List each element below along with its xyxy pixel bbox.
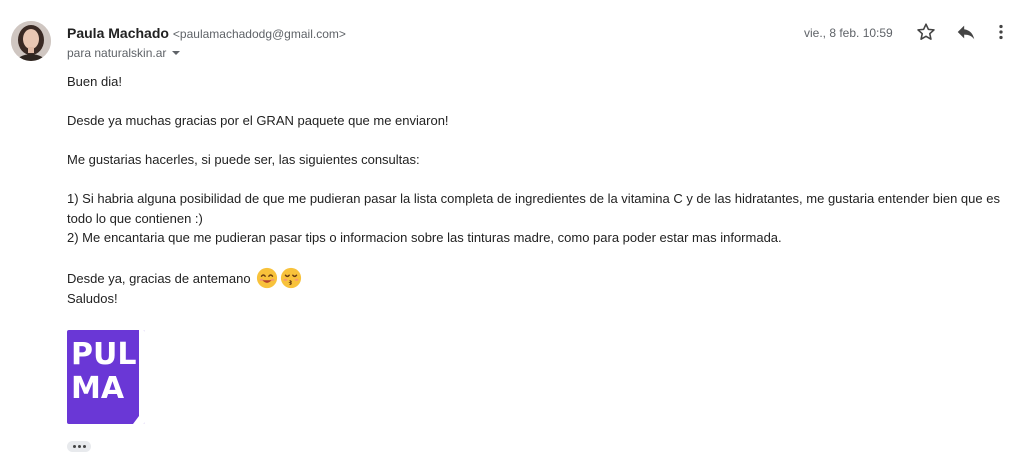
avatar[interactable]: [11, 21, 51, 61]
email-date: vie., 8 feb. 10:59: [804, 26, 893, 40]
sender-email: <paulamachadodg@gmail.com>: [172, 27, 346, 41]
thanks-line: Desde ya muchas gracias por el GRAN paqu…: [67, 113, 449, 128]
dot-icon: [72, 445, 76, 448]
recipient-details-caret-icon[interactable]: [172, 50, 181, 55]
closing-line: Desde ya, gracias de antemano: [67, 267, 1012, 289]
smiling-face-icon: [257, 267, 278, 289]
show-trimmed-content-button[interactable]: [67, 441, 91, 452]
dot-icon: [77, 445, 81, 448]
kissing-face-icon: [281, 267, 302, 289]
intro-line: Me gustarias hacerles, si puede ser, las…: [67, 152, 420, 167]
pulima-logo: PULI MA: [67, 330, 145, 424]
closing-text: Desde ya, gracias de antemano: [67, 271, 251, 286]
recipient-text: para naturalskin.ar: [67, 46, 167, 60]
logo-frame: [133, 330, 145, 424]
sender-line: Paula Machado <paulamachadodg@gmail.com>: [67, 25, 346, 41]
greeting: Buen dia!: [67, 74, 122, 89]
star-icon[interactable]: [915, 21, 937, 43]
reply-icon[interactable]: [955, 21, 977, 43]
more-vert-icon[interactable]: [995, 21, 1007, 43]
question-1-line-2: todo lo que contienen :): [67, 210, 203, 226]
email-body: Buen dia! Desde ya muchas gracias por el…: [67, 72, 1012, 309]
signoff-line: Saludos!: [67, 291, 118, 306]
question-2: 2) Me encantaria que me pudieran pasar t…: [67, 230, 782, 245]
avatar-photo: [11, 21, 51, 61]
dot-icon: [82, 445, 86, 448]
question-1-line-1: 1) Si habria alguna posibilidad de que m…: [67, 191, 1000, 206]
recipient-line: para naturalskin.ar: [67, 46, 181, 60]
sender-name[interactable]: Paula Machado: [67, 25, 169, 41]
